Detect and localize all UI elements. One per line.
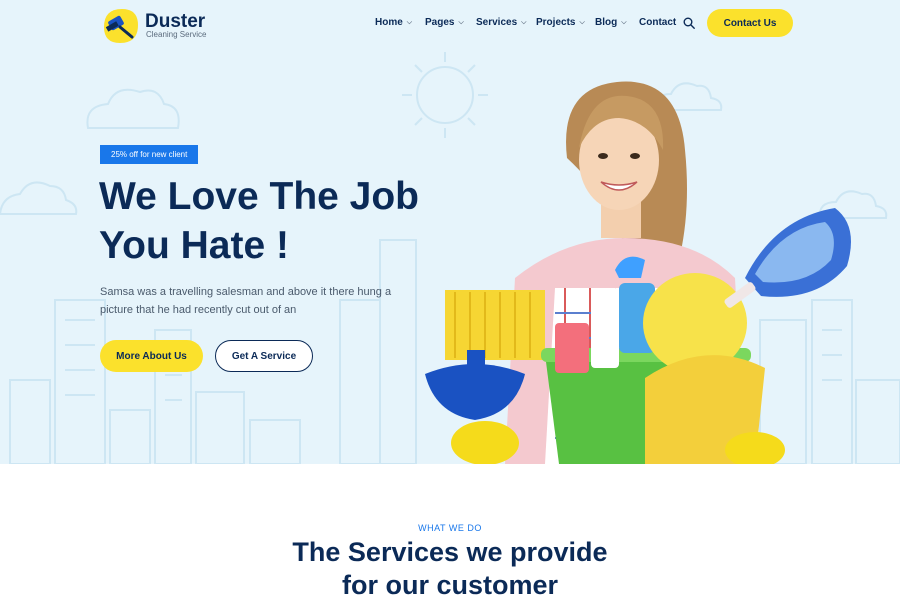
more-about-us-button[interactable]: More About Us: [100, 340, 203, 372]
hero-title: We Love The Job You Hate !: [99, 172, 459, 270]
hero-description: Samsa was a travelling salesman and abov…: [100, 283, 430, 319]
nav-item-label: Home: [375, 17, 403, 28]
services-title: The Services we provide for our customer: [250, 536, 650, 600]
chevron-down-icon: ⌵: [621, 19, 627, 26]
services-title-line-1: The Services we provide: [292, 537, 608, 567]
contact-us-button[interactable]: Contact Us: [707, 9, 793, 37]
nav-item-home[interactable]: Home ⌵: [375, 17, 412, 31]
hero-title-line-1: We Love The Job: [99, 175, 419, 218]
services-eyebrow: WHAT WE DO: [418, 523, 482, 533]
site-header: Duster Cleaning Service Home ⌵ Pages ⌵ Ser…: [0, 0, 900, 46]
search-icon[interactable]: [683, 17, 695, 29]
cleaning-woman-illustration: [425, 81, 851, 464]
brand-tagline: Cleaning Service: [146, 30, 207, 39]
chevron-down-icon: ⌵: [521, 19, 527, 26]
chevron-down-icon: ⌵: [406, 19, 413, 26]
logo-mark-icon: [104, 9, 138, 43]
nav-item-label: Pages: [425, 17, 455, 28]
nav-item-label: Projects: [536, 17, 576, 28]
chevron-down-icon: ⌵: [458, 19, 464, 26]
hero-description-line-2: picture that he had recently cut out of …: [100, 304, 297, 316]
offer-badge: 25% off for new client: [100, 145, 199, 164]
nav-item-label: Contact: [639, 17, 677, 28]
nav-item-projects[interactable]: Projects ⌵: [536, 17, 585, 31]
hero-description-line-1: Samsa was a travelling salesman and abov…: [100, 286, 392, 298]
nav-item-services[interactable]: Services ⌵: [476, 17, 526, 31]
nav-item-label: Services: [476, 17, 518, 28]
services-title-line-2: for our customer: [341, 570, 559, 600]
hero-title-line-2: You Hate !: [99, 224, 289, 267]
brand-logo[interactable]: Duster Cleaning Service: [100, 5, 230, 43]
nav-item-contact[interactable]: Contact: [639, 17, 676, 31]
nav-item-blog[interactable]: Blog ⌵: [595, 17, 627, 31]
get-a-service-button[interactable]: Get A Service: [215, 340, 313, 372]
nav-item-pages[interactable]: Pages ⌵: [425, 17, 464, 31]
chevron-down-icon: ⌵: [579, 19, 585, 26]
nav-item-label: Blog: [595, 17, 618, 28]
